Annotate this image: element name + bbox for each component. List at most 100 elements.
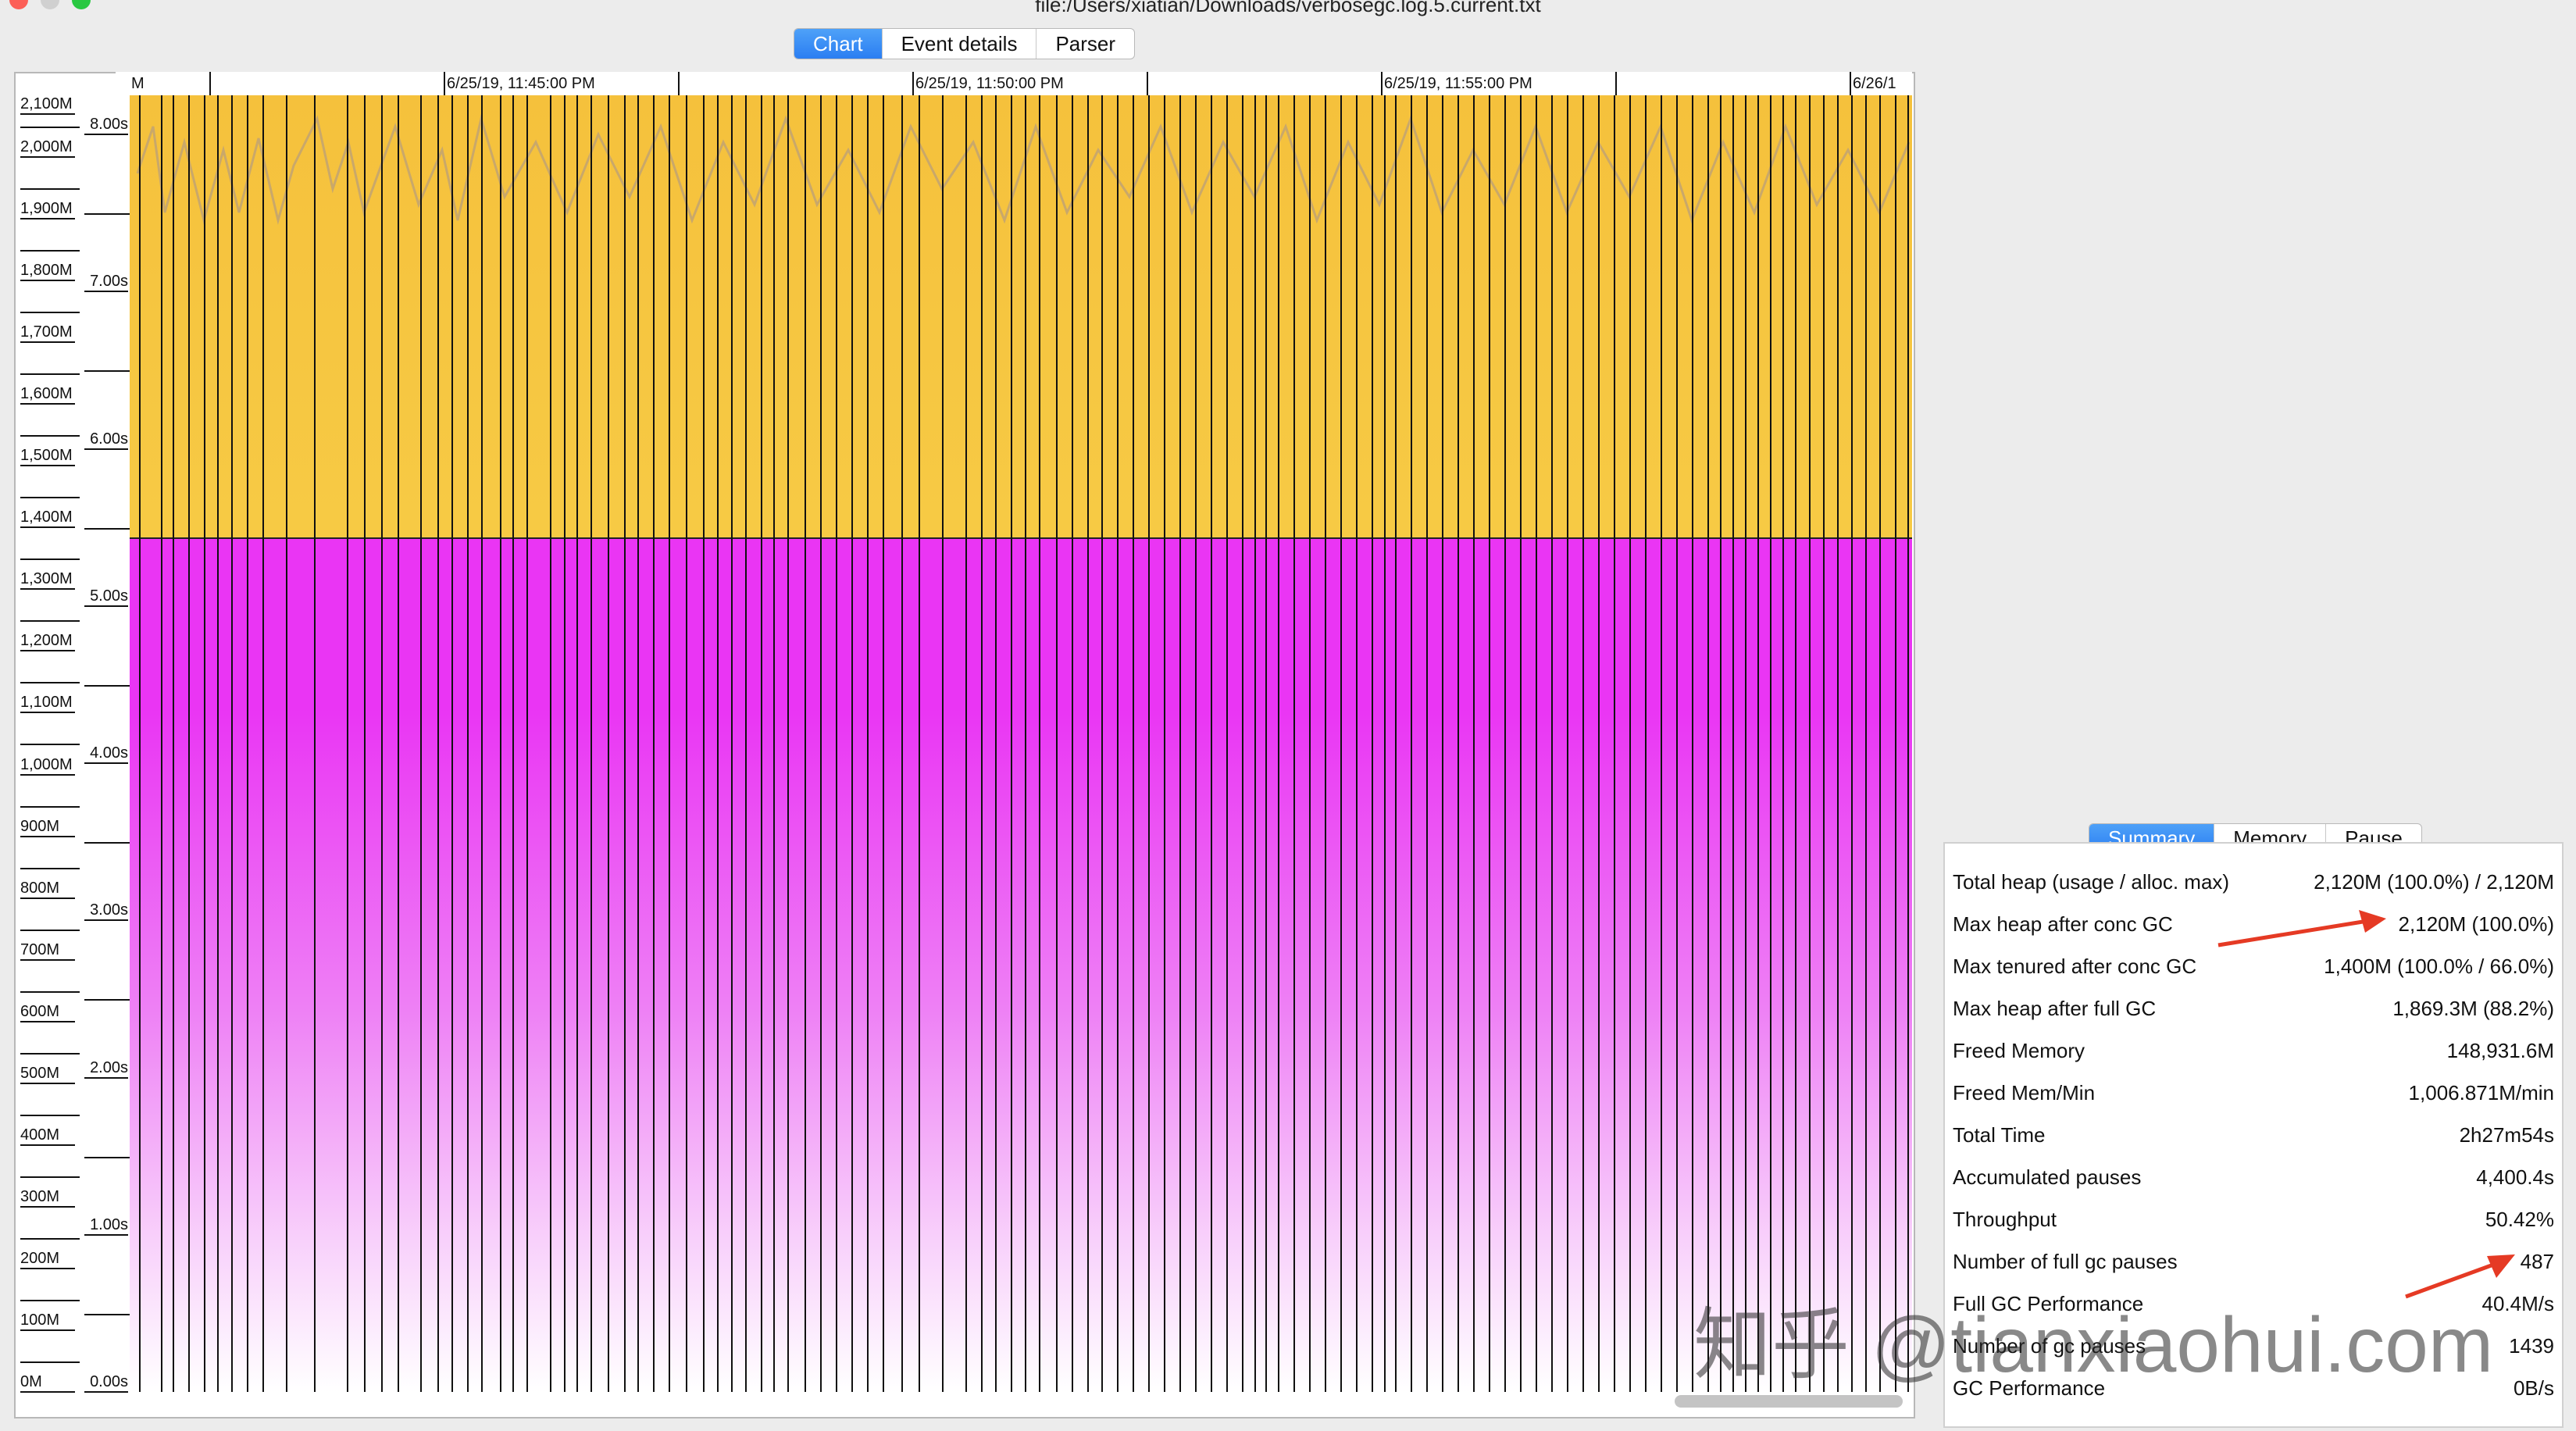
tab-parser[interactable]: Parser [1036, 29, 1134, 59]
gc-event-line [1309, 95, 1311, 1392]
gc-event-line [1325, 95, 1326, 1392]
memory-axis-label: 1,600M [20, 385, 75, 405]
red-arrow-icon [2217, 910, 2386, 947]
gc-event-line [717, 95, 719, 1392]
pause-axis-label: 0.00s [84, 1373, 128, 1393]
gc-event-line [314, 95, 316, 1392]
memory-minor-tick [20, 1300, 80, 1301]
gc-event-line [420, 95, 422, 1392]
memory-minor-tick [20, 1176, 80, 1178]
summary-row-label: Freed Memory [1953, 1038, 2085, 1062]
memory-axis-label: 2,100M [20, 95, 75, 115]
summary-row-value: 1,400M (100.0% / 66.0%) [2324, 954, 2554, 978]
gc-event-line [1823, 95, 1825, 1392]
summary-row-label: Throughput [1953, 1207, 2057, 1231]
memory-axis-label: 400M [20, 1126, 75, 1146]
summary-row-value: 1,869.3M (88.2%) [2392, 996, 2554, 1020]
gc-event-line [995, 95, 997, 1392]
gc-event-line [1133, 95, 1134, 1392]
memory-minor-tick [20, 497, 80, 498]
gc-event-line [624, 95, 626, 1392]
chart-horizontal-scrollbar[interactable] [1675, 1395, 1903, 1408]
gc-event-line [590, 95, 592, 1392]
summary-row-value: 4,400.4s [2476, 1165, 2554, 1189]
time-tick [444, 72, 445, 95]
memory-axis-label: 300M [20, 1188, 75, 1208]
memory-axis-label: 1,100M [20, 694, 75, 713]
time-tick [912, 72, 914, 95]
gc-event-line [1101, 95, 1103, 1392]
gc-event-line [381, 95, 383, 1392]
memory-minor-tick [20, 312, 80, 313]
memory-axis-label: 900M [20, 818, 75, 837]
gc-event-line [1879, 95, 1881, 1392]
gc-event-line [1148, 95, 1150, 1392]
gc-event-line [1504, 95, 1506, 1392]
watermark: 知乎 @tianxiaohui.com [1693, 1301, 2494, 1389]
gc-event-line [919, 95, 920, 1392]
gc-event-line [1442, 95, 1443, 1392]
gc-event-line [161, 95, 162, 1392]
gc-event-line [526, 95, 528, 1392]
gc-event-line [564, 95, 566, 1392]
gc-event-line [1372, 95, 1373, 1392]
memory-axis-label: 700M [20, 941, 75, 961]
memory-minor-tick [20, 868, 80, 869]
gc-event-line [231, 95, 233, 1392]
gc-event-line [942, 95, 944, 1392]
gc-event-line [1293, 95, 1295, 1392]
gc-event-line [1117, 95, 1119, 1392]
gc-event-line [1645, 95, 1647, 1392]
gc-event-line [188, 95, 190, 1392]
gc-event-line [1242, 95, 1243, 1392]
gc-event-line [761, 95, 762, 1392]
memory-minor-tick [20, 682, 80, 683]
memory-minor-tick [20, 1053, 80, 1055]
memory-axis-label: 1,200M [20, 632, 75, 651]
gc-event-line [787, 95, 789, 1392]
memory-axis-label: 500M [20, 1065, 75, 1084]
summary-row-value: 0B/s [2513, 1376, 2554, 1400]
summary-row-value: 50.42% [2485, 1207, 2554, 1231]
gc-event-line [1265, 95, 1267, 1392]
gc-event-line [1809, 95, 1811, 1392]
pause-axis-label: 8.00s [84, 116, 128, 135]
tab-chart[interactable]: Chart [794, 29, 883, 59]
gc-event-line [1782, 95, 1784, 1392]
gc-event-line [1356, 95, 1358, 1392]
gc-event-line [608, 95, 609, 1392]
memory-minor-tick [20, 991, 80, 993]
pause-axis-label: 3.00s [84, 901, 128, 921]
window-titlebar: file:/Users/xiatian/Downloads/verbosegc.… [0, 0, 2576, 17]
tab-event-details[interactable]: Event details [883, 29, 1037, 59]
memory-axis-label: 1,500M [20, 447, 75, 466]
gc-event-line [262, 95, 264, 1392]
gc-event-line [965, 95, 967, 1392]
summary-row-value: 2,120M (100.0%) [2398, 912, 2554, 936]
gc-event-line [901, 95, 903, 1392]
gc-event-line [1340, 95, 1342, 1392]
summary-row: Max heap after full GC 1,869.3M (88.2%) [1953, 987, 2554, 1030]
time-label: 6/25/19, 11:55:00 PM [1384, 75, 1532, 92]
pause-axis-label: 6.00s [84, 430, 128, 450]
pause-minor-tick [84, 685, 130, 687]
memory-axis-label: 1,000M [20, 756, 75, 776]
gc-event-line [467, 95, 469, 1392]
gc-event-line [1567, 95, 1568, 1392]
pause-axis-label: 2.00s [84, 1059, 128, 1079]
gc-chart-plot[interactable] [130, 95, 1912, 1392]
summary-row-value: 1,006.871M/min [2408, 1080, 2554, 1104]
gc-event-line [1614, 95, 1615, 1392]
gc-event-line [773, 95, 775, 1392]
gc-event-line [1598, 95, 1600, 1392]
pause-axis-label: 4.00s [84, 744, 128, 764]
memory-axis-label: 1,300M [20, 570, 75, 590]
time-tick [1850, 72, 1851, 95]
pause-axis-label: 1.00s [84, 1216, 128, 1236]
gc-event-line [745, 95, 747, 1392]
summary-row-label: Max heap after full GC [1953, 996, 2157, 1020]
gc-event-line [1851, 95, 1853, 1392]
gc-event-line [1087, 95, 1089, 1392]
gc-event-line [1536, 95, 1537, 1392]
gc-event-line [1489, 95, 1490, 1392]
